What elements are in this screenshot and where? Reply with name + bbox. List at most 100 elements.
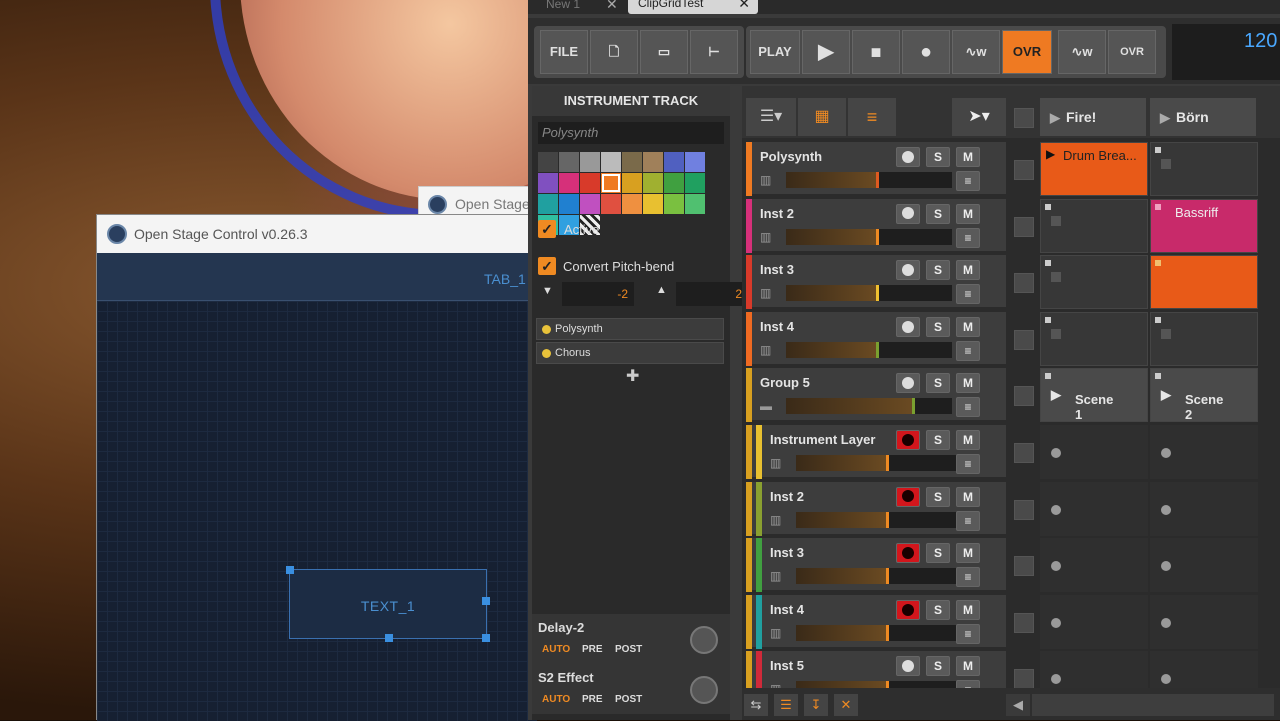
track-header[interactable]: Polysynth ▥ S M ≡ — [746, 142, 1006, 196]
record-arm-button[interactable] — [896, 260, 920, 281]
close-icon[interactable]: ✕ — [738, 0, 750, 12]
volume-fader[interactable] — [786, 398, 952, 415]
solo-button[interactable]: S — [926, 599, 950, 620]
grid-view-icon[interactable]: ▦ — [798, 98, 846, 136]
track-menu-icon[interactable]: ≡ — [956, 397, 980, 418]
resize-handle[interactable] — [286, 566, 294, 574]
palette-swatch[interactable] — [538, 194, 558, 214]
pre-button[interactable]: PRE — [582, 694, 603, 705]
track-name[interactable]: Polysynth — [760, 149, 822, 164]
track-stop-icon[interactable] — [1014, 160, 1034, 180]
volume-fader[interactable] — [796, 568, 962, 585]
swap-icon[interactable]: ⇆ — [744, 694, 768, 716]
palette-swatch[interactable] — [685, 194, 705, 214]
track-name[interactable]: Inst 4 — [770, 602, 804, 617]
record-arm-button[interactable] — [896, 373, 920, 394]
clip-slot[interactable] — [1150, 538, 1258, 593]
track-name[interactable]: Inst 3 — [760, 262, 794, 277]
mute-button[interactable]: M — [956, 147, 980, 167]
track-stop-icon[interactable] — [1014, 669, 1034, 690]
osc-editor-canvas[interactable]: TEXT_1 — [97, 301, 537, 721]
auto-button[interactable]: AUTO — [542, 694, 570, 705]
fold-icon[interactable]: ↧ — [804, 694, 828, 716]
track-stop-icon[interactable] — [1014, 612, 1034, 633]
track-menu-icon[interactable]: ≡ — [956, 454, 980, 474]
mute-button[interactable]: M — [956, 543, 980, 564]
volume-fader[interactable] — [796, 455, 962, 471]
track-stop-icon[interactable] — [1014, 216, 1034, 237]
track-name[interactable]: Instrument Layer — [770, 432, 875, 447]
track-name[interactable]: Inst 2 — [770, 489, 804, 504]
track-menu-icon[interactable]: ≡ — [956, 227, 980, 248]
scene-fire[interactable]: ▶ Fire! — [1040, 98, 1146, 136]
track-stop-icon[interactable] — [1014, 386, 1034, 407]
track-name[interactable]: Group 5 — [760, 375, 810, 390]
track-name[interactable]: Inst 3 — [770, 545, 804, 560]
clip-slot[interactable] — [1150, 255, 1258, 310]
track-name-field[interactable]: Polysynth — [538, 122, 724, 144]
stop-icon[interactable]: ■ — [852, 30, 900, 74]
palette-swatch[interactable] — [664, 152, 684, 172]
resize-handle[interactable] — [385, 634, 393, 642]
clip-slot[interactable]: Bassriff — [1150, 198, 1258, 253]
bend-down-value[interactable]: -2 — [562, 282, 634, 306]
record-icon[interactable]: ● — [902, 30, 950, 74]
bend-up-value[interactable]: 2 — [676, 282, 748, 306]
palette-swatch[interactable] — [622, 152, 642, 172]
resize-handle[interactable] — [482, 597, 490, 605]
volume-fader[interactable] — [786, 285, 952, 302]
solo-button[interactable]: S — [926, 430, 950, 450]
track-header[interactable]: Inst 2 ▥ S M ≡ — [746, 198, 1006, 253]
new-file-icon[interactable]: 🗋 — [590, 30, 638, 74]
device-chorus[interactable]: Chorus — [536, 342, 724, 364]
track-header[interactable]: Inst 2 ▥ S M ≡ — [746, 481, 1006, 536]
mute-button[interactable]: M — [956, 656, 980, 677]
track-stop-icon[interactable] — [1014, 443, 1034, 463]
solo-button[interactable]: S — [926, 147, 950, 167]
palette-swatch[interactable] — [601, 194, 621, 214]
track-header[interactable]: Inst 3 ▥ S M ≡ — [746, 255, 1006, 310]
send-knob[interactable] — [690, 626, 718, 654]
palette-swatch[interactable] — [538, 173, 558, 193]
volume-fader[interactable] — [786, 341, 952, 358]
auto-button[interactable]: AUTO — [542, 644, 570, 655]
text-widget[interactable]: TEXT_1 — [286, 566, 490, 642]
stop-all-icon[interactable] — [1014, 108, 1034, 128]
track-menu-icon[interactable]: ≡ — [956, 510, 980, 531]
record-arm-button[interactable] — [896, 543, 920, 564]
solo-button[interactable]: S — [926, 486, 950, 507]
palette-swatch[interactable] — [643, 152, 663, 172]
record-arm-button[interactable] — [896, 430, 920, 450]
overdub-button[interactable]: OVR — [1002, 30, 1052, 74]
clip-slot[interactable] — [1040, 198, 1148, 253]
palette-swatch[interactable] — [580, 173, 600, 193]
mute-button[interactable]: M — [956, 316, 980, 337]
track-stop-icon[interactable] — [1014, 499, 1034, 520]
track-stop-icon[interactable] — [1014, 556, 1034, 577]
palette-swatch[interactable] — [622, 173, 642, 193]
osc-tab-1[interactable]: TAB_1 — [484, 271, 526, 287]
clip-slot[interactable] — [1150, 425, 1258, 479]
pointer-tool-icon[interactable]: ➤▾ — [952, 98, 1006, 136]
mute-button[interactable]: M — [956, 260, 980, 281]
clip-slot[interactable] — [1150, 481, 1258, 536]
track-name[interactable]: Inst 4 — [760, 319, 794, 334]
clip-automation-icon[interactable]: ∿w — [1058, 30, 1106, 74]
resize-handle[interactable] — [482, 634, 490, 642]
clip-slot[interactable] — [1150, 594, 1258, 649]
track-stop-icon[interactable] — [1014, 329, 1034, 350]
open-folder-icon[interactable]: ▭ — [640, 30, 688, 74]
clip-slot[interactable]: ▶ Scene 2 — [1150, 368, 1258, 423]
track-menu-icon[interactable]: ≡ — [956, 340, 980, 361]
mute-button[interactable]: M — [956, 486, 980, 507]
clip-slot[interactable]: Drum Brea... ▶ — [1040, 142, 1148, 196]
track-header[interactable]: Group 5 ▬ S M ≡ — [746, 368, 1006, 423]
palette-swatch[interactable] — [685, 152, 705, 172]
clip-overdub-button[interactable]: OVR — [1108, 30, 1156, 74]
palette-swatch[interactable] — [664, 194, 684, 214]
palette-swatch[interactable] — [601, 152, 621, 172]
clip-slot[interactable] — [1150, 311, 1258, 366]
palette-swatch[interactable] — [559, 173, 579, 193]
track-menu-icon[interactable]: ≡ — [956, 623, 980, 644]
volume-fader[interactable] — [786, 172, 952, 188]
